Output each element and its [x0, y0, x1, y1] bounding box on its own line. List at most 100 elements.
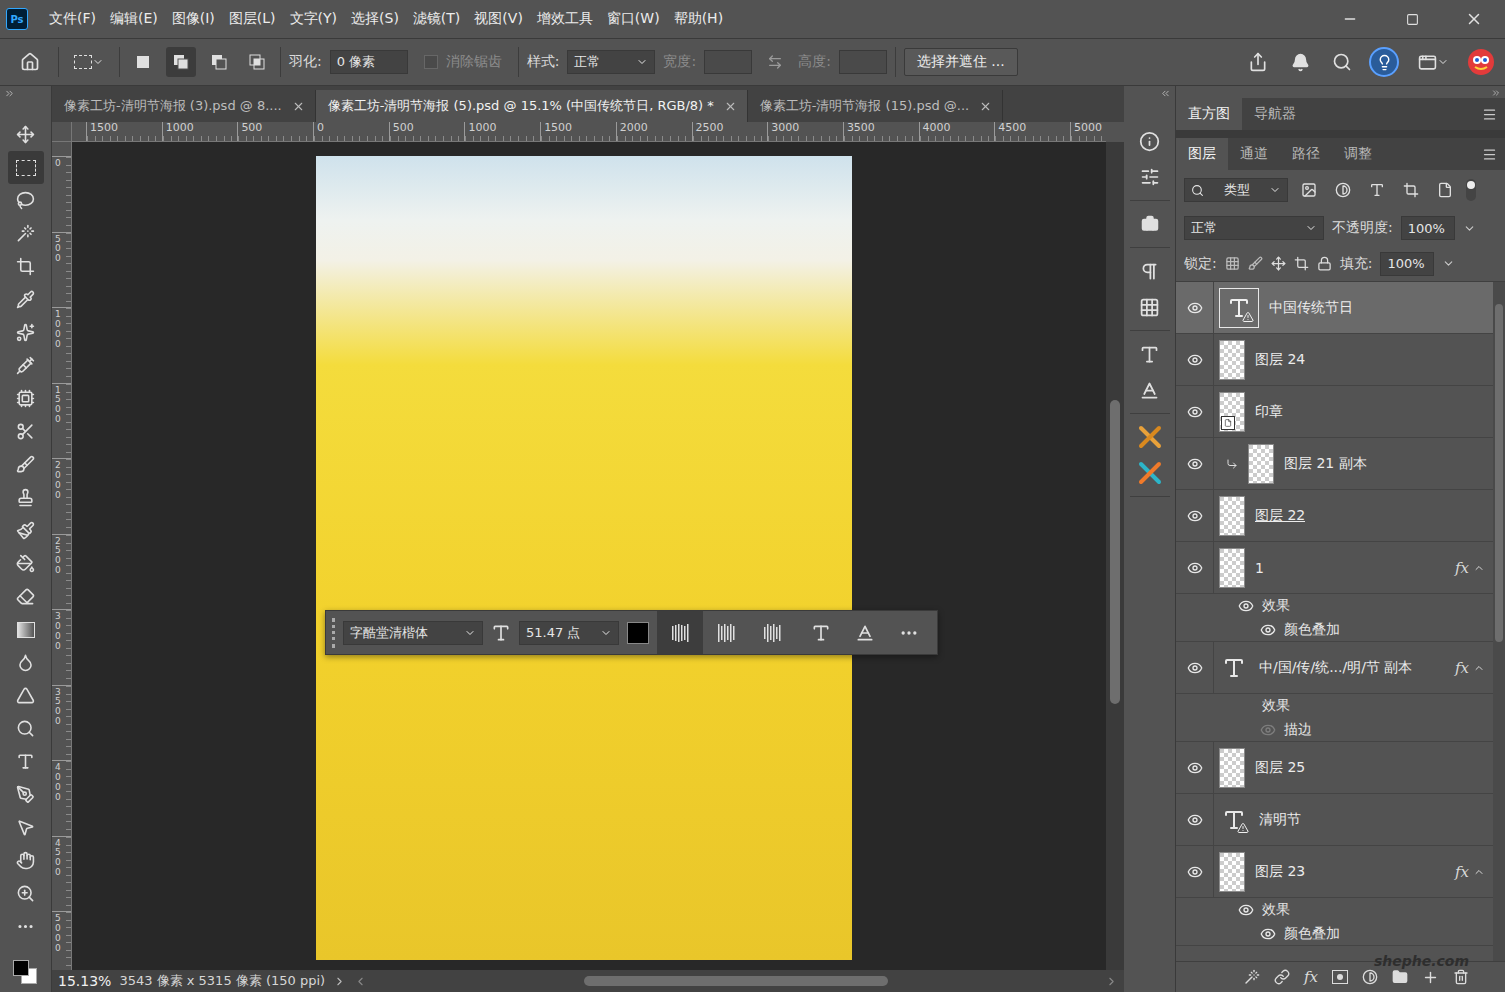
layer-row[interactable]: 图层 22 [1176, 490, 1493, 542]
style-select[interactable]: 正常 [567, 50, 655, 74]
panel-tab[interactable]: 通道 [1228, 138, 1280, 170]
effects-row[interactable]: 效果 [1176, 898, 1493, 922]
visibility-eye-icon[interactable] [1187, 508, 1203, 524]
select-and-mask-button[interactable]: 选择并遮住 ... [904, 48, 1018, 76]
panel-tab[interactable]: 导航器 [1242, 98, 1308, 130]
toolbox-collapse[interactable] [0, 86, 51, 118]
lock-position-icon[interactable] [1271, 256, 1286, 271]
text-align-button[interactable] [657, 611, 703, 654]
lock-pixels-icon[interactable] [1248, 256, 1263, 271]
close-tab-icon[interactable] [292, 100, 305, 113]
filter-type-button[interactable] [1364, 175, 1390, 205]
scroll-thumb[interactable] [1110, 400, 1120, 704]
layer-name[interactable]: 图层 22 [1255, 507, 1305, 525]
plugin-button[interactable] [1133, 458, 1167, 488]
layer-row[interactable]: 图层 23fx [1176, 846, 1493, 898]
lock-artboard-icon[interactable] [1294, 256, 1309, 271]
layer-name[interactable]: 中/国/传/统.../明/节 副本 [1259, 659, 1412, 677]
fill-field[interactable]: 100% [1380, 252, 1434, 276]
blend-mode-select[interactable]: 正常 [1184, 216, 1324, 240]
layer-name[interactable]: 中国传统节日 [1269, 299, 1353, 317]
visibility-toggle[interactable] [1176, 282, 1214, 333]
visibility-eye-icon[interactable] [1187, 352, 1203, 368]
tool-button[interactable] [8, 415, 44, 448]
panel-tab[interactable]: 直方图 [1176, 98, 1242, 130]
warp-text-button[interactable] [803, 618, 839, 648]
scroll-left-icon[interactable] [354, 975, 367, 988]
new-layer-icon[interactable] [1422, 969, 1439, 986]
menu-item[interactable]: 滤镜(T) [406, 6, 467, 32]
tool-button[interactable] [8, 613, 44, 646]
scroll-thumb[interactable] [1495, 304, 1503, 642]
layer-name[interactable]: 清明节 [1259, 811, 1301, 829]
menu-item[interactable]: 窗口(W) [600, 6, 667, 32]
visibility-toggle[interactable] [1176, 846, 1214, 897]
layer-row[interactable]: 1 fx [1176, 542, 1493, 594]
tool-button[interactable] [8, 910, 44, 943]
selection-mode-button[interactable] [204, 47, 234, 77]
tool-button[interactable] [8, 382, 44, 415]
tool-button[interactable] [8, 811, 44, 844]
document-tab[interactable]: 像素工坊-清明节海报 (5).psd @ 15.1% (中国传统节日, RGB/… [316, 90, 748, 122]
visibility-toggle[interactable] [1176, 794, 1214, 845]
layer-name[interactable]: 图层 25 [1255, 759, 1305, 777]
visibility-eye-icon[interactable] [1187, 300, 1203, 316]
properties-panel-button[interactable] [1133, 162, 1167, 192]
tool-button[interactable] [8, 151, 44, 184]
layer-effects-badge[interactable]: fx [1455, 559, 1487, 577]
antialias-option[interactable]: 消除锯齿 [424, 53, 502, 71]
scroll-right-icon[interactable] [1105, 975, 1118, 988]
font-select[interactable]: 字酷堂清楷体 [343, 621, 483, 645]
discover-button[interactable] [1369, 47, 1399, 77]
tool-button[interactable] [8, 646, 44, 679]
tool-preset-button[interactable] [67, 47, 111, 77]
visibility-toggle[interactable] [1176, 386, 1214, 437]
paragraph-panel-button[interactable] [1133, 256, 1167, 286]
document-artwork[interactable] [316, 156, 852, 960]
adjustment-layer-icon[interactable] [1362, 969, 1378, 985]
font-styles-button[interactable] [1133, 375, 1167, 405]
selection-mode-button[interactable] [166, 47, 196, 77]
width-field[interactable] [704, 50, 752, 74]
fill-dropdown-icon[interactable] [1442, 257, 1455, 270]
swap-button[interactable] [760, 47, 790, 77]
new-group-icon[interactable] [1392, 969, 1408, 985]
tool-button[interactable] [8, 580, 44, 613]
antialias-checkbox[interactable] [424, 55, 438, 69]
maximize-button[interactable] [1381, 0, 1443, 38]
visibility-eye-icon[interactable] [1238, 902, 1254, 918]
menu-item[interactable]: 帮助(H) [667, 6, 730, 32]
visibility-eye-icon[interactable] [1187, 560, 1203, 576]
opacity-field[interactable]: 100% [1401, 216, 1455, 240]
layer-name[interactable]: 1 [1255, 560, 1264, 576]
scroll-thumb[interactable] [584, 976, 887, 986]
lock-transparency-icon[interactable] [1225, 256, 1240, 271]
menu-item[interactable]: 编辑(E) [103, 6, 165, 32]
layer-row[interactable]: 印章 [1176, 386, 1493, 438]
character-styles-button[interactable] [1133, 339, 1167, 369]
tool-button[interactable] [8, 349, 44, 382]
visibility-toggle[interactable] [1176, 490, 1214, 541]
document-tab[interactable]: 像素工坊-清明节海报 (15).psd @... [748, 90, 1003, 122]
close-tab-icon[interactable] [979, 100, 992, 113]
visibility-toggle[interactable] [1176, 438, 1214, 489]
effects-row[interactable]: 效果 [1176, 694, 1493, 718]
tool-button[interactable] [8, 481, 44, 514]
filter-toggle[interactable] [1466, 179, 1476, 201]
color-swatches[interactable] [11, 960, 41, 984]
home-button[interactable] [10, 47, 50, 77]
layer-name[interactable]: 图层 21 副本 [1284, 455, 1367, 473]
toolbar-grip[interactable] [332, 618, 335, 648]
visibility-eye-icon[interactable] [1238, 598, 1254, 614]
plugin-button[interactable] [1133, 422, 1167, 452]
layer-row[interactable]: 清明节 [1176, 794, 1493, 846]
close-button[interactable] [1443, 0, 1505, 38]
visibility-eye-icon[interactable] [1260, 722, 1276, 738]
tool-button[interactable] [8, 283, 44, 316]
add-style-button[interactable]: fx [1304, 968, 1318, 986]
search-button[interactable] [1327, 47, 1357, 77]
layer-name[interactable]: 图层 23 [1255, 863, 1305, 881]
info-menu-icon[interactable] [333, 975, 346, 988]
filter-smart-button[interactable] [1432, 175, 1458, 205]
libraries-panel-button[interactable] [1133, 209, 1167, 239]
